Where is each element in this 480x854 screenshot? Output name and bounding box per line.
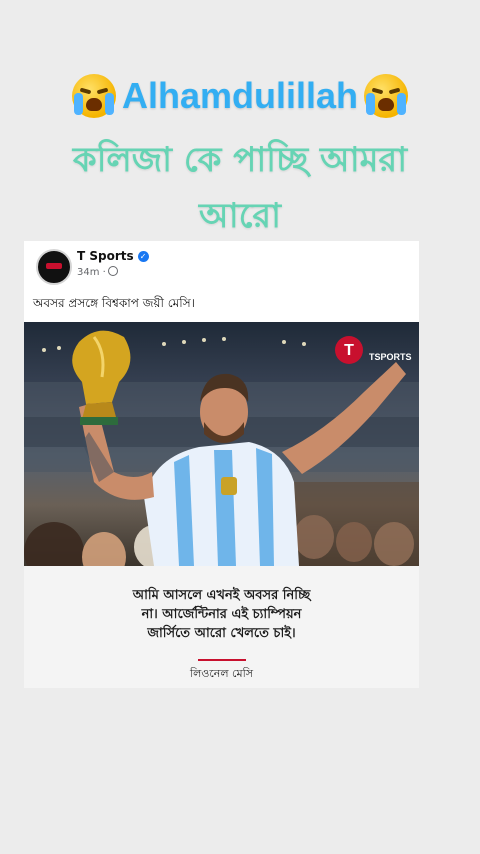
quote-text: আমি আসলে এখনই অবসর নিচ্ছি না। আর্জেন্টিন… [24, 586, 419, 643]
post-time-text: 34m · [77, 267, 106, 278]
caption-line-1-text: Alhamdulillah [121, 75, 359, 116]
globe-icon [107, 266, 118, 276]
verified-badge-icon: ✓ [137, 251, 149, 262]
caption-line-1: Alhamdulillah [0, 74, 480, 118]
messi-trophy-illustration: T TSPORTS [24, 330, 419, 566]
quote-line: না। আর্জেন্টিনার এই চ্যাম্পিয়ন [141, 607, 302, 622]
quote-line: আমি আসলে এখনই অবসর নিচ্ছি [132, 588, 311, 603]
quote-line: জার্সিতে আরো খেলতে চাই। [147, 626, 296, 641]
post-photo[interactable]: T TSPORTS [24, 322, 419, 566]
crying-face-icon [364, 74, 409, 118]
tsports-logo-icon: T TSPORTS [335, 336, 412, 364]
divider [198, 659, 246, 661]
svg-text:TSPORTS: TSPORTS [369, 352, 412, 362]
svg-text:T: T [344, 342, 354, 359]
page-name-text[interactable]: T Sports [77, 249, 134, 263]
crying-face-icon [71, 74, 116, 118]
caption-line-3: আরো [199, 196, 281, 236]
post-text: অবসর প্রসঙ্গে বিশ্বকাপ জয়ী মেসি। [33, 296, 195, 310]
page-avatar[interactable] [36, 249, 72, 285]
caption-line-2: কলিজা কে পাচ্ছি আমরা [72, 140, 408, 180]
post-timestamp: 34m · [77, 266, 118, 278]
quote-panel: আমি আসলে এখনই অবসর নিচ্ছি না। আর্জেন্টিন… [24, 566, 419, 688]
page-name[interactable]: T Sports ✓ [77, 249, 149, 263]
quote-author: লিওনেল মেসি [189, 667, 254, 680]
facebook-post-card: T Sports ✓ 34m · অবসর প্রসঙ্গে বিশ্বকাপ জ… [24, 241, 419, 688]
